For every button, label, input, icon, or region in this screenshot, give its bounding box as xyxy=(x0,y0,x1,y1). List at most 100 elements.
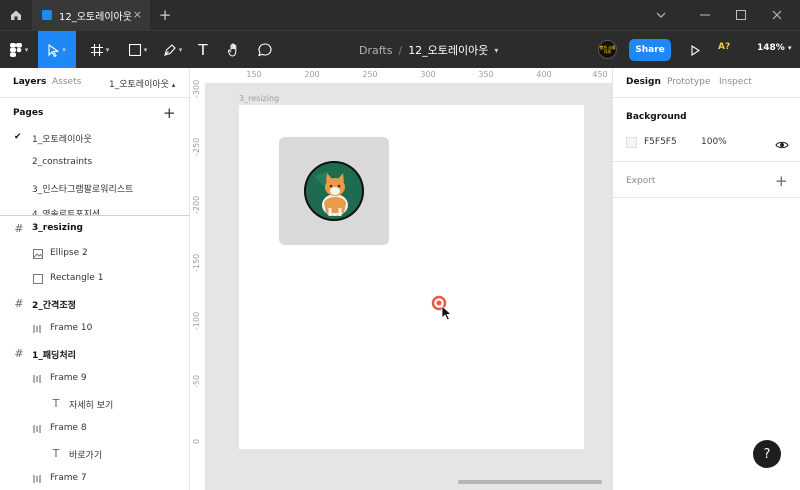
layer-item[interactable]: Frame 10 xyxy=(0,323,189,348)
layer-item[interactable]: Frame 8 xyxy=(0,423,189,448)
page-item[interactable]: 4_영솔로트포지션 xyxy=(0,207,189,215)
add-tab-button[interactable]: + xyxy=(156,6,174,24)
play-icon xyxy=(690,44,700,56)
page-item[interactable]: 2_constraints xyxy=(0,157,189,181)
chevron-down-icon[interactable] xyxy=(644,0,678,30)
ruler-tick-label: 450 xyxy=(592,70,608,79)
file-tab[interactable]: 12_오토레이아웃 × xyxy=(32,0,150,30)
layer-item[interactable]: Rectangle 1 xyxy=(0,273,189,298)
rectangle-icon xyxy=(32,273,44,285)
properties-panel: Design Prototype Inspect Background F5F5… xyxy=(612,68,800,490)
ruler-top: 150 200 250 300 350 400 450 xyxy=(206,68,612,84)
pen-tool-button[interactable]: ▾ xyxy=(156,31,190,69)
file-tab-title: 12_오토레이아웃 xyxy=(59,11,132,23)
ruler-tick-label: -250 xyxy=(192,137,201,156)
layer-item[interactable]: # 3_resizing xyxy=(0,223,189,248)
layer-item[interactable]: # 1_패딩처리 xyxy=(0,347,189,373)
main-menu-button[interactable]: ▾ xyxy=(0,31,38,69)
breadcrumb-separator: / xyxy=(398,43,403,57)
close-window-icon[interactable] xyxy=(760,0,794,30)
rectangle-icon xyxy=(128,44,141,56)
frame-name-label[interactable]: 3_resizing xyxy=(239,94,279,103)
background-heading: Background xyxy=(626,112,687,122)
layer-item[interactable]: Ellipse 2 xyxy=(0,248,189,273)
text-tool-button[interactable]: T xyxy=(192,31,214,69)
ruler-left: -300 -250 -200 -150 -100 -50 0 xyxy=(190,80,206,490)
canvas[interactable]: 150 200 250 300 350 400 450 -300 -250 -2… xyxy=(190,68,612,490)
avatar[interactable]: 빵가 스튜디오 xyxy=(598,40,617,59)
layers-panel: Layers Assets 1_오토레이아웃 ▴ Pages + ✔ 1_오토레… xyxy=(0,68,190,490)
tab-prototype[interactable]: Prototype xyxy=(667,77,710,87)
left-panel-tabs: Layers Assets 1_오토레이아웃 ▴ xyxy=(0,68,189,98)
page-item-label: 4_영솔로트포지션 xyxy=(32,210,101,215)
frame-3-resizing[interactable] xyxy=(239,105,584,449)
accessibility-button[interactable]: A? xyxy=(718,42,730,52)
chevron-down-icon: ▾ xyxy=(105,46,110,54)
auto-layout-icon xyxy=(32,423,44,435)
layer-item[interactable]: T 자세히 보기 xyxy=(0,397,189,423)
chevron-down-icon: ▾ xyxy=(24,46,29,54)
share-button[interactable]: Share xyxy=(629,39,671,61)
pages-heading: Pages xyxy=(13,108,44,118)
tab-design[interactable]: Design xyxy=(626,77,661,87)
toolbar: ▾ ▾ ▾ ▾ ▾ T Drafts / 12_오토레이아웃 ▾ 빵가 스튜디오… xyxy=(0,30,800,69)
layer-item[interactable]: Frame 9 xyxy=(0,373,189,398)
tab-inspect[interactable]: Inspect xyxy=(719,77,752,87)
chevron-down-icon[interactable]: ▾ xyxy=(494,46,498,55)
maximize-icon[interactable] xyxy=(724,0,758,30)
chevron-down-icon: ▾ xyxy=(787,44,792,52)
background-opacity-input[interactable]: 100% xyxy=(701,137,727,147)
rectangle-1[interactable] xyxy=(279,137,389,245)
hand-tool-button[interactable] xyxy=(222,31,246,69)
text-layer-icon: T xyxy=(52,447,60,460)
breadcrumb-drafts[interactable]: Drafts xyxy=(359,44,392,57)
section-divider xyxy=(613,197,800,198)
eye-icon[interactable] xyxy=(775,136,789,149)
figma-file-icon xyxy=(42,10,52,20)
minimize-icon[interactable] xyxy=(688,0,722,30)
export-heading: Export xyxy=(626,176,656,186)
page-item[interactable]: 3_인스타그램팔로워리스트 xyxy=(0,182,189,206)
home-icon[interactable] xyxy=(0,0,32,30)
frame-tool-button[interactable]: ▾ xyxy=(80,31,120,69)
section-divider xyxy=(613,161,800,162)
add-export-button[interactable]: + xyxy=(775,172,788,190)
layer-item[interactable]: Frame 7 xyxy=(0,473,189,490)
move-tool-button[interactable]: ▾ xyxy=(38,31,76,69)
layer-item[interactable]: # 2_간격조정 xyxy=(0,297,189,323)
layer-item[interactable]: T 바로가기 xyxy=(0,447,189,473)
background-swatch[interactable] xyxy=(626,137,637,148)
checkmark-icon: ✔ xyxy=(14,132,22,142)
layer-item-label: Ellipse 2 xyxy=(50,248,88,258)
tab-layers[interactable]: Layers xyxy=(13,77,46,87)
ruler-tick-label: 0 xyxy=(192,438,201,444)
background-hex-input[interactable]: F5F5F5 xyxy=(644,137,677,147)
close-tab-icon[interactable]: × xyxy=(133,8,142,22)
hash-frame-icon xyxy=(90,44,103,56)
zoom-level[interactable]: 148% ▾ xyxy=(757,43,791,53)
frame-icon: # xyxy=(14,347,24,360)
shape-tool-button[interactable]: ▾ xyxy=(120,31,156,69)
frame-icon: # xyxy=(14,297,24,310)
ruler-tick-label: -150 xyxy=(192,253,201,272)
text-layer-icon: T xyxy=(52,397,60,410)
ruler-tick-label: 300 xyxy=(420,70,436,79)
file-name[interactable]: 12_오토레이아웃 xyxy=(408,42,488,58)
layer-item-label: Frame 8 xyxy=(50,423,87,433)
ruler-tick-label: -300 xyxy=(192,79,201,98)
present-button[interactable] xyxy=(686,40,704,60)
add-page-button[interactable]: + xyxy=(163,104,176,122)
tab-assets[interactable]: Assets xyxy=(52,77,81,87)
ruler-tick-label: 200 xyxy=(304,70,320,79)
pages-layers-divider[interactable] xyxy=(0,215,189,216)
page-item[interactable]: ✔ 1_오토레이아웃 xyxy=(0,132,189,156)
page-selector[interactable]: 1_오토레이아웃 ▴ xyxy=(109,77,175,90)
comment-tool-button[interactable] xyxy=(253,31,277,69)
ellipse-2[interactable] xyxy=(304,161,364,221)
page-selector-label: 1_오토레이아웃 xyxy=(109,80,169,90)
help-button[interactable]: ? xyxy=(753,440,781,468)
layer-item-label: Frame 7 xyxy=(50,473,87,483)
layer-item-label: 자세히 보기 xyxy=(69,401,114,411)
horizontal-scrollbar[interactable] xyxy=(458,480,602,484)
ruler-tick-label: -50 xyxy=(192,374,201,388)
